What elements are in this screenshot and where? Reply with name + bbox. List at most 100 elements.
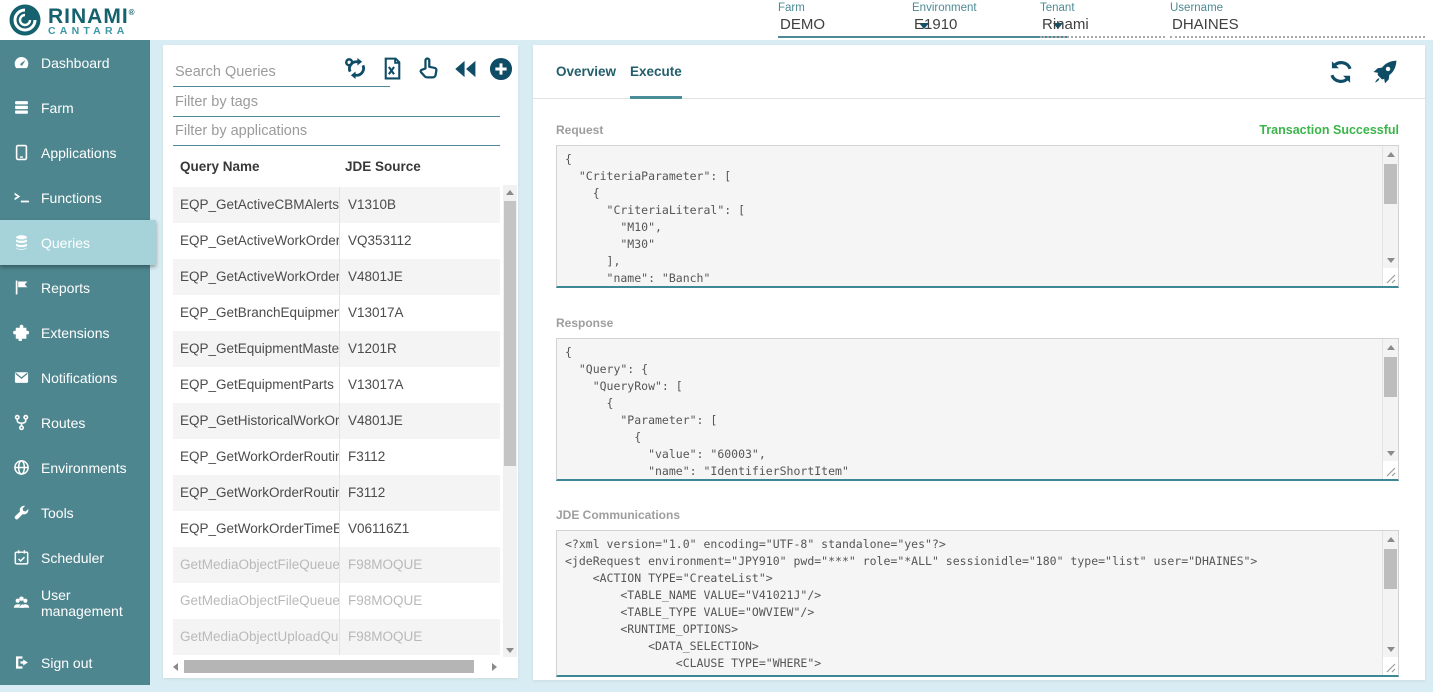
query-name-cell[interactable]: EQP_GetActiveCBMAlerts xyxy=(173,187,340,223)
table-row[interactable]: EQP_GetWorkOrderRoutingF3112 xyxy=(173,439,500,475)
sidebar-item-notifications[interactable]: Notifications xyxy=(0,355,150,400)
jde-scrollbar[interactable] xyxy=(1382,531,1398,675)
table-row[interactable]: EQP_GetBranchEquipmentV13017A xyxy=(173,295,500,331)
table-row[interactable]: EQP_GetHistoricalWorkOrcV4801JE xyxy=(173,403,500,439)
column-header-jde-source[interactable]: JDE Source xyxy=(345,159,421,174)
table-row[interactable]: EQP_GetWorkOrderTimeEnV06116Z1 xyxy=(173,511,500,547)
table-row[interactable]: GetMediaObjectFileQueuesF98MOQUE xyxy=(173,583,500,619)
jde-source-cell[interactable]: F3112 xyxy=(340,439,495,475)
jde-communications-label: JDE Communications xyxy=(556,508,680,522)
sidebar-item-farm[interactable]: Farm xyxy=(0,85,150,130)
sidebar-item-functions[interactable]: Functions xyxy=(0,175,150,220)
query-name-cell[interactable]: EQP_GetActiveWorkOrderR xyxy=(173,223,340,259)
jde-source-cell[interactable]: V1201R xyxy=(340,331,495,367)
response-scrollbar[interactable] xyxy=(1382,339,1398,479)
sidebar-item-applications[interactable]: Applications xyxy=(0,130,150,175)
request-scrollbar[interactable] xyxy=(1382,146,1398,286)
resize-grip[interactable] xyxy=(1383,461,1398,479)
jde-source-cell[interactable]: F98MOQUE xyxy=(340,583,495,619)
scroll-down-arrow[interactable] xyxy=(503,643,517,657)
table-row[interactable]: EQP_GetActiveWorkOrderRVQ353112 xyxy=(173,223,500,259)
query-name-cell[interactable]: EQP_GetActiveWorkOrders xyxy=(173,259,340,295)
sidebar-item-label: Notifications xyxy=(41,370,117,386)
query-name-cell[interactable]: EQP_GetHistoricalWorkOrc xyxy=(173,403,340,439)
request-textarea[interactable]: { "CriteriaParameter": [ { "CriteriaLite… xyxy=(556,145,1399,288)
jde-source-cell[interactable]: F98MOQUE xyxy=(340,547,495,583)
query-name-cell[interactable]: EQP_GetWorkOrderRouting xyxy=(173,439,340,475)
filter-applications-input[interactable] xyxy=(173,120,500,146)
jde-source-cell[interactable]: V13017A xyxy=(340,295,495,331)
scrollbar-thumb[interactable] xyxy=(504,201,516,466)
jde-source-cell[interactable]: V4801JE xyxy=(340,403,495,439)
resize-grip[interactable] xyxy=(1383,657,1398,675)
farm-select[interactable]: Farm DEMO xyxy=(778,2,933,38)
scroll-right-arrow[interactable] xyxy=(487,663,501,671)
refresh-icon[interactable] xyxy=(1327,58,1355,86)
logo-title: RINAMI® xyxy=(48,4,136,26)
jde-source-cell[interactable]: F98MOQUE xyxy=(340,619,495,655)
table-row[interactable]: EQP_GetEquipmentMasterV1201R xyxy=(173,331,500,367)
jde-source-cell[interactable]: VQ353112 xyxy=(340,223,495,259)
scrollbar-thumb[interactable] xyxy=(1384,549,1397,589)
query-name-cell[interactable]: GetMediaObjectUploadQue xyxy=(173,619,340,655)
table-row[interactable]: GetMediaObjectUploadQueF98MOQUE xyxy=(173,619,500,655)
query-name-cell[interactable]: EQP_GetEquipmentMaster xyxy=(173,331,340,367)
jde-communications-textarea[interactable]: <?xml version="1.0" encoding="UTF-8" sta… xyxy=(556,530,1399,677)
scroll-up-arrow[interactable] xyxy=(1383,531,1398,547)
resize-grip[interactable] xyxy=(1383,268,1398,286)
jde-source-cell[interactable]: F3112 xyxy=(340,475,495,511)
table-row[interactable]: GetMediaObjectFileQueueF98MOQUE xyxy=(173,547,500,583)
scroll-up-arrow[interactable] xyxy=(1383,339,1398,355)
tab-overview[interactable]: Overview xyxy=(556,45,616,99)
rewind-icon[interactable] xyxy=(451,55,478,82)
query-name-cell[interactable]: GetMediaObjectFileQueues xyxy=(173,583,340,619)
export-excel-icon[interactable] xyxy=(379,55,406,82)
table-row[interactable]: EQP_GetActiveCBMAlertsV1310B xyxy=(173,187,500,223)
scroll-down-arrow[interactable] xyxy=(1383,252,1398,268)
username-value[interactable]: DHAINES xyxy=(1170,14,1425,38)
sidebar-item-reports[interactable]: Reports xyxy=(0,265,150,310)
jde-source-cell[interactable]: V13017A xyxy=(340,367,495,403)
table-row[interactable]: EQP_GetEquipmentPartsV13017A xyxy=(173,367,500,403)
touch-pointer-icon[interactable] xyxy=(415,55,442,82)
table-horizontal-scrollbar[interactable] xyxy=(168,659,501,674)
sidebar-item-dashboard[interactable]: Dashboard xyxy=(0,40,150,85)
sidebar-item-scheduler[interactable]: Scheduler xyxy=(0,535,150,580)
tab-execute[interactable]: Execute xyxy=(630,45,682,99)
jde-source-cell[interactable]: V1310B xyxy=(340,187,495,223)
sidebar-item-tools[interactable]: Tools xyxy=(0,490,150,535)
sidebar-item-user-management[interactable]: User management xyxy=(0,580,150,625)
tenant-field[interactable]: Tenant Rinami xyxy=(1040,2,1165,38)
jde-source-cell[interactable]: V06116Z1 xyxy=(340,511,495,547)
jde-source-cell[interactable]: V4801JE xyxy=(340,259,495,295)
sidebar-item-sign-out[interactable]: Sign out xyxy=(0,640,150,685)
scroll-down-arrow[interactable] xyxy=(1383,445,1398,461)
tenant-value[interactable]: Rinami xyxy=(1040,14,1165,38)
scroll-down-arrow[interactable] xyxy=(1383,641,1398,657)
table-row[interactable]: EQP_GetActiveWorkOrdersV4801JE xyxy=(173,259,500,295)
scrollbar-thumb[interactable] xyxy=(1384,164,1397,204)
scroll-up-arrow[interactable] xyxy=(503,185,517,199)
query-name-cell[interactable]: EQP_GetBranchEquipment xyxy=(173,295,340,331)
scroll-up-arrow[interactable] xyxy=(1383,146,1398,162)
sync-icon[interactable] xyxy=(343,55,370,82)
query-name-cell[interactable]: GetMediaObjectFileQueue xyxy=(173,547,340,583)
sidebar-item-routes[interactable]: Routes xyxy=(0,400,150,445)
launch-rocket-icon[interactable] xyxy=(1371,58,1399,86)
username-field[interactable]: Username DHAINES xyxy=(1170,2,1425,38)
sidebar-item-queries[interactable]: Queries xyxy=(0,220,156,265)
query-name-cell[interactable]: EQP_GetEquipmentParts xyxy=(173,367,340,403)
scroll-left-arrow[interactable] xyxy=(168,663,182,671)
column-header-query-name[interactable]: Query Name xyxy=(180,159,260,174)
scrollbar-thumb[interactable] xyxy=(1384,357,1397,397)
query-name-cell[interactable]: EQP_GetWorkOrderTimeEn xyxy=(173,511,340,547)
scrollbar-thumb[interactable] xyxy=(184,660,474,673)
table-row[interactable]: EQP_GetWorkOrderRoutingF3112 xyxy=(173,475,500,511)
query-name-cell[interactable]: EQP_GetWorkOrderRouting xyxy=(173,475,340,511)
sidebar-item-environments[interactable]: Environments xyxy=(0,445,150,490)
add-icon[interactable] xyxy=(487,55,514,82)
sidebar-item-extensions[interactable]: Extensions xyxy=(0,310,150,355)
response-textarea[interactable]: { "Query": { "QueryRow": [ { "Parameter"… xyxy=(556,338,1399,481)
table-vertical-scrollbar[interactable] xyxy=(503,185,517,657)
filter-tags-input[interactable] xyxy=(173,91,500,117)
